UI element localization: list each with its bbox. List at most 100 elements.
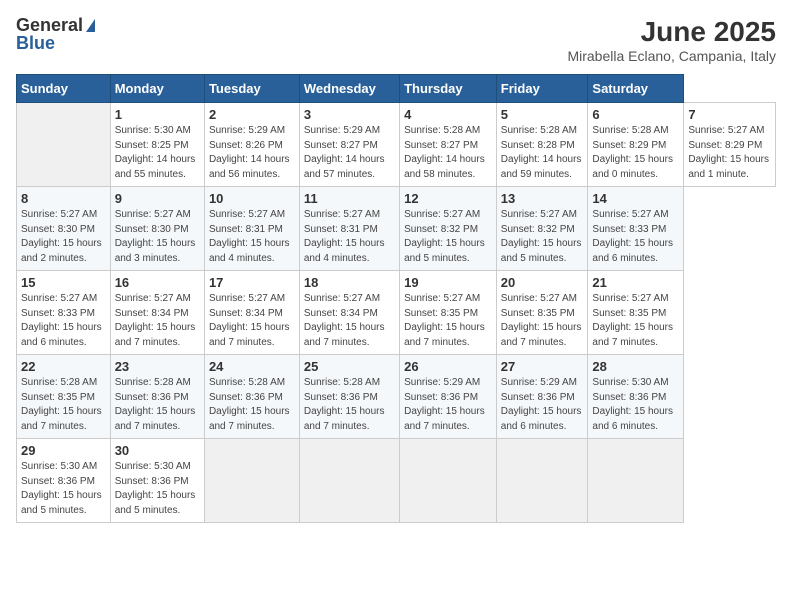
calendar-day-cell [299, 439, 399, 523]
calendar-day-cell: 24Sunrise: 5:28 AM Sunset: 8:36 PM Dayli… [204, 355, 299, 439]
day-info: Sunrise: 5:29 AM Sunset: 8:26 PM Dayligh… [209, 124, 295, 182]
day-number: 16 [115, 275, 200, 290]
day-info: Sunrise: 5:27 AM Sunset: 8:32 PM Dayligh… [501, 208, 584, 266]
day-info: Sunrise: 5:28 AM Sunset: 8:27 PM Dayligh… [404, 124, 492, 182]
title-block: June 2025 Mirabella Eclano, Campania, It… [567, 16, 776, 64]
calendar-day-cell: 22 Sunrise: 5:28 AM Sunset: 8:35 PM Dayli… [17, 355, 111, 439]
calendar-day-cell: 15Sunrise: 5:27 AM Sunset: 8:33 PM Dayli… [17, 271, 111, 355]
day-of-week-header: Monday [110, 75, 204, 103]
location-text: Mirabella Eclano, Campania, Italy [567, 48, 776, 64]
day-of-week-header: Thursday [400, 75, 497, 103]
day-info: Sunrise: 5:27 AM Sunset: 8:34 PM Dayligh… [209, 292, 295, 350]
logo: General Blue [16, 16, 95, 52]
day-number: 3 [304, 107, 395, 122]
day-number: 11 [304, 191, 395, 206]
day-of-week-header: Tuesday [204, 75, 299, 103]
day-of-week-header: Saturday [588, 75, 684, 103]
calendar-week-row: 1 Sunrise: 5:30 AM Sunset: 8:25 PM Daylig… [17, 103, 776, 187]
calendar-day-cell [17, 103, 111, 187]
day-info: Sunrise: 5:27 AM Sunset: 8:34 PM Dayligh… [304, 292, 395, 350]
day-number: 22 [21, 359, 106, 374]
day-info: Sunrise: 5:29 AM Sunset: 8:27 PM Dayligh… [304, 124, 395, 182]
calendar-day-cell: 20 Sunrise: 5:27 AM Sunset: 8:35 PM Dayli… [496, 271, 588, 355]
calendar-header-row: SundayMondayTuesdayWednesdayThursdayFrid… [17, 75, 776, 103]
calendar-week-row: 22 Sunrise: 5:28 AM Sunset: 8:35 PM Dayli… [17, 355, 776, 439]
calendar-day-cell: 1 Sunrise: 5:30 AM Sunset: 8:25 PM Daylig… [110, 103, 204, 187]
calendar-day-cell: 14Sunrise: 5:27 AM Sunset: 8:33 PM Dayli… [588, 187, 684, 271]
day-info: Sunrise: 5:27 AM Sunset: 8:29 PM Dayligh… [688, 124, 771, 182]
calendar-day-cell: 2 Sunrise: 5:29 AM Sunset: 8:26 PM Daylig… [204, 103, 299, 187]
calendar-day-cell: 23 Sunrise: 5:28 AM Sunset: 8:36 PM Dayli… [110, 355, 204, 439]
calendar-week-row: 29 Sunrise: 5:30 AM Sunset: 8:36 PM Dayli… [17, 439, 776, 523]
day-number: 8 [21, 191, 106, 206]
day-info: Sunrise: 5:27 AM Sunset: 8:33 PM Dayligh… [592, 208, 679, 266]
day-number: 17 [209, 275, 295, 290]
day-info: Sunrise: 5:30 AM Sunset: 8:36 PM Dayligh… [592, 376, 679, 434]
calendar-week-row: 8 Sunrise: 5:27 AM Sunset: 8:30 PM Daylig… [17, 187, 776, 271]
day-info: Sunrise: 5:27 AM Sunset: 8:31 PM Dayligh… [209, 208, 295, 266]
day-number: 13 [501, 191, 584, 206]
day-number: 5 [501, 107, 584, 122]
day-number: 29 [21, 443, 106, 458]
day-info: Sunrise: 5:30 AM Sunset: 8:36 PM Dayligh… [115, 460, 200, 518]
day-info: Sunrise: 5:27 AM Sunset: 8:30 PM Dayligh… [21, 208, 106, 266]
day-number: 21 [592, 275, 679, 290]
logo-general-text: General [16, 16, 83, 34]
calendar-day-cell: 27 Sunrise: 5:29 AM Sunset: 8:36 PM Dayli… [496, 355, 588, 439]
logo-triangle-icon [86, 19, 95, 32]
calendar-day-cell: 28 Sunrise: 5:30 AM Sunset: 8:36 PM Dayli… [588, 355, 684, 439]
calendar-day-cell: 13 Sunrise: 5:27 AM Sunset: 8:32 PM Dayli… [496, 187, 588, 271]
calendar-day-cell: 6 Sunrise: 5:28 AM Sunset: 8:29 PM Daylig… [588, 103, 684, 187]
calendar-day-cell: 19Sunrise: 5:27 AM Sunset: 8:35 PM Dayli… [400, 271, 497, 355]
day-number: 1 [115, 107, 200, 122]
calendar-day-cell: 30Sunrise: 5:30 AM Sunset: 8:36 PM Dayli… [110, 439, 204, 523]
calendar-day-cell: 5 Sunrise: 5:28 AM Sunset: 8:28 PM Daylig… [496, 103, 588, 187]
day-number: 20 [501, 275, 584, 290]
day-info: Sunrise: 5:30 AM Sunset: 8:25 PM Dayligh… [115, 124, 200, 182]
day-number: 10 [209, 191, 295, 206]
calendar-day-cell: 9 Sunrise: 5:27 AM Sunset: 8:30 PM Daylig… [110, 187, 204, 271]
day-number: 25 [304, 359, 395, 374]
calendar-day-cell: 3 Sunrise: 5:29 AM Sunset: 8:27 PM Daylig… [299, 103, 399, 187]
day-of-week-header: Friday [496, 75, 588, 103]
calendar-day-cell: 18 Sunrise: 5:27 AM Sunset: 8:34 PM Dayli… [299, 271, 399, 355]
day-info: Sunrise: 5:28 AM Sunset: 8:28 PM Dayligh… [501, 124, 584, 182]
day-number: 15 [21, 275, 106, 290]
day-info: Sunrise: 5:29 AM Sunset: 8:36 PM Dayligh… [404, 376, 492, 434]
calendar-day-cell: 16Sunrise: 5:27 AM Sunset: 8:34 PM Dayli… [110, 271, 204, 355]
day-number: 27 [501, 359, 584, 374]
calendar-day-cell: 10 Sunrise: 5:27 AM Sunset: 8:31 PM Dayli… [204, 187, 299, 271]
day-number: 2 [209, 107, 295, 122]
day-number: 26 [404, 359, 492, 374]
calendar-day-cell: 11Sunrise: 5:27 AM Sunset: 8:31 PM Dayli… [299, 187, 399, 271]
day-number: 9 [115, 191, 200, 206]
calendar-day-cell [588, 439, 684, 523]
day-info: Sunrise: 5:29 AM Sunset: 8:36 PM Dayligh… [501, 376, 584, 434]
day-info: Sunrise: 5:28 AM Sunset: 8:29 PM Dayligh… [592, 124, 679, 182]
day-number: 28 [592, 359, 679, 374]
month-title: June 2025 [567, 16, 776, 48]
calendar-day-cell: 21 Sunrise: 5:27 AM Sunset: 8:35 PM Dayli… [588, 271, 684, 355]
calendar-day-cell: 4Sunrise: 5:28 AM Sunset: 8:27 PM Daylig… [400, 103, 497, 187]
calendar-day-cell: 25Sunrise: 5:28 AM Sunset: 8:36 PM Dayli… [299, 355, 399, 439]
calendar-day-cell: 7Sunrise: 5:27 AM Sunset: 8:29 PM Daylig… [684, 103, 776, 187]
day-info: Sunrise: 5:27 AM Sunset: 8:35 PM Dayligh… [592, 292, 679, 350]
day-number: 23 [115, 359, 200, 374]
day-info: Sunrise: 5:28 AM Sunset: 8:36 PM Dayligh… [115, 376, 200, 434]
calendar-week-row: 15Sunrise: 5:27 AM Sunset: 8:33 PM Dayli… [17, 271, 776, 355]
day-number: 18 [304, 275, 395, 290]
day-of-week-header: Sunday [17, 75, 111, 103]
calendar-day-cell: 12Sunrise: 5:27 AM Sunset: 8:32 PM Dayli… [400, 187, 497, 271]
day-info: Sunrise: 5:27 AM Sunset: 8:30 PM Dayligh… [115, 208, 200, 266]
day-number: 6 [592, 107, 679, 122]
calendar-day-cell: 26 Sunrise: 5:29 AM Sunset: 8:36 PM Dayli… [400, 355, 497, 439]
logo-blue-text: Blue [16, 34, 55, 52]
day-number: 12 [404, 191, 492, 206]
calendar-day-cell [496, 439, 588, 523]
page-header: General Blue June 2025 Mirabella Eclano,… [16, 16, 776, 64]
day-of-week-header: Wednesday [299, 75, 399, 103]
day-info: Sunrise: 5:28 AM Sunset: 8:35 PM Dayligh… [21, 376, 106, 434]
day-number: 19 [404, 275, 492, 290]
calendar-day-cell [400, 439, 497, 523]
day-info: Sunrise: 5:27 AM Sunset: 8:35 PM Dayligh… [501, 292, 584, 350]
